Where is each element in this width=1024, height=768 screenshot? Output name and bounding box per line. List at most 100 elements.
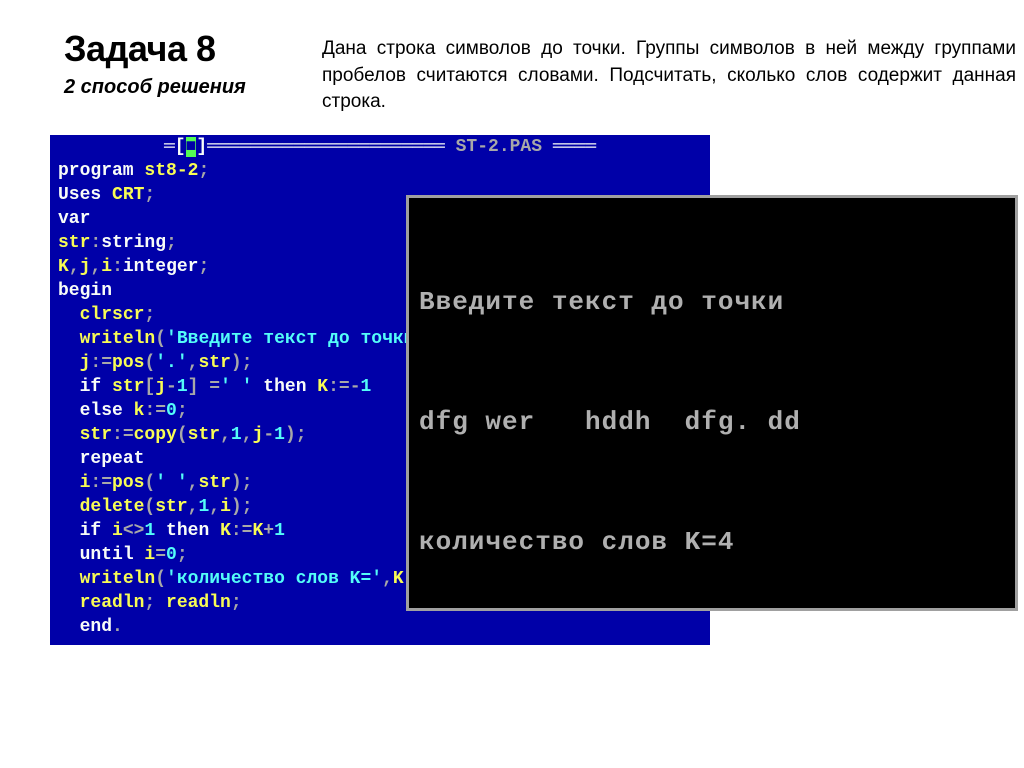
code-token: str — [198, 473, 230, 493]
code-token: 1 — [144, 521, 155, 541]
code-token: , — [69, 257, 80, 277]
task-description: Дана строка символов до точки. Группы си… — [322, 36, 1016, 116]
code-token: Uses — [58, 185, 112, 205]
code-token: K — [317, 377, 328, 397]
code-token: var — [58, 209, 90, 229]
code-token: ( — [177, 425, 188, 445]
code-token: i — [80, 473, 91, 493]
code-token: j — [253, 425, 264, 445]
code-token: integer — [123, 257, 199, 277]
code-token: [ — [144, 377, 155, 397]
code-token: K — [220, 521, 231, 541]
code-token: , — [90, 257, 101, 277]
code-token: st8-2 — [144, 161, 198, 181]
code-token — [58, 545, 80, 565]
code-token: :=- — [328, 377, 360, 397]
ide-titlebar: ═[■]══════════════════════ ST-2.PAS ════ — [50, 135, 710, 159]
code-token: ); — [231, 473, 253, 493]
code-token: <> — [123, 521, 145, 541]
code-token — [58, 521, 80, 541]
code-token: clrscr — [80, 305, 145, 325]
code-token: i — [220, 497, 231, 517]
code-token: 1 — [274, 521, 285, 541]
code-token: ( — [144, 353, 155, 373]
code-token — [58, 617, 80, 637]
task-subtitle: 2 способ решения — [64, 76, 246, 99]
code-token: ' ' — [220, 377, 252, 397]
task-title: Задача 8 — [64, 28, 246, 70]
code-token — [58, 377, 80, 397]
code-token: : — [90, 233, 101, 253]
code-token: 1 — [274, 425, 285, 445]
code-token: , — [188, 353, 199, 373]
code-token: j — [155, 377, 166, 397]
code-token: := — [90, 473, 112, 493]
code-token: := — [144, 401, 166, 421]
code-token — [58, 353, 80, 373]
code-line[interactable]: program st8-2; — [50, 159, 710, 183]
code-line[interactable]: end. — [50, 615, 710, 639]
code-token: else — [80, 401, 134, 421]
code-token: end — [80, 617, 112, 637]
code-token: - — [166, 377, 177, 397]
code-token: , — [220, 425, 231, 445]
code-token: ; — [177, 401, 188, 421]
code-token: if — [80, 377, 112, 397]
code-token: K — [393, 569, 404, 589]
code-token: 0 — [166, 401, 177, 421]
code-token: K — [58, 257, 69, 277]
code-token: 1 — [177, 377, 188, 397]
code-token — [58, 305, 80, 325]
code-token: ( — [155, 329, 166, 349]
code-token — [58, 473, 80, 493]
code-token: str — [188, 425, 220, 445]
code-token: := — [90, 353, 112, 373]
code-token: if — [80, 521, 112, 541]
code-token: str — [198, 353, 230, 373]
code-token: string — [101, 233, 166, 253]
code-token: ); — [231, 497, 253, 517]
code-token: , — [382, 569, 393, 589]
code-token: . — [112, 617, 123, 637]
code-token: ; — [199, 257, 210, 277]
code-token: K — [252, 521, 263, 541]
code-token: 1 — [361, 377, 372, 397]
code-token: '.' — [155, 353, 187, 373]
code-token: then — [252, 377, 317, 397]
code-token: str — [112, 377, 144, 397]
code-token: 1 — [231, 425, 242, 445]
code-token: ( — [144, 497, 155, 517]
code-token: , — [188, 473, 199, 493]
console-line: dfg wer hddh dfg. dd — [419, 402, 1005, 442]
code-token: ( — [144, 473, 155, 493]
code-token: := — [231, 521, 253, 541]
code-token — [58, 401, 80, 421]
code-token: ); — [231, 353, 253, 373]
code-token: 'количество слов K=' — [166, 569, 382, 589]
code-token — [58, 449, 80, 469]
code-token: ; — [177, 545, 188, 565]
code-token: str — [58, 233, 90, 253]
code-token — [58, 425, 80, 445]
slide-header: Задача 8 2 способ решения — [64, 28, 246, 99]
code-token: pos — [112, 353, 144, 373]
code-token: CRT — [112, 185, 144, 205]
console-line: Введите текст до точки — [419, 282, 1005, 322]
code-token: ] = — [188, 377, 220, 397]
code-token: pos — [112, 473, 144, 493]
code-token: str — [80, 425, 112, 445]
code-token: ; — [231, 593, 242, 613]
code-token: ; — [198, 161, 209, 181]
code-token: readln — [166, 593, 231, 613]
code-token: i — [112, 521, 123, 541]
code-token: j — [80, 353, 91, 373]
code-token: , — [188, 497, 199, 517]
code-token: writeln — [80, 329, 156, 349]
code-token: str — [155, 497, 187, 517]
code-token: repeat — [80, 449, 145, 469]
code-token: program — [58, 161, 144, 181]
code-token: j — [80, 257, 91, 277]
console-output: Введите текст до точки dfg wer hddh dfg.… — [406, 195, 1018, 611]
code-token: - — [263, 425, 274, 445]
code-token: 1 — [198, 497, 209, 517]
